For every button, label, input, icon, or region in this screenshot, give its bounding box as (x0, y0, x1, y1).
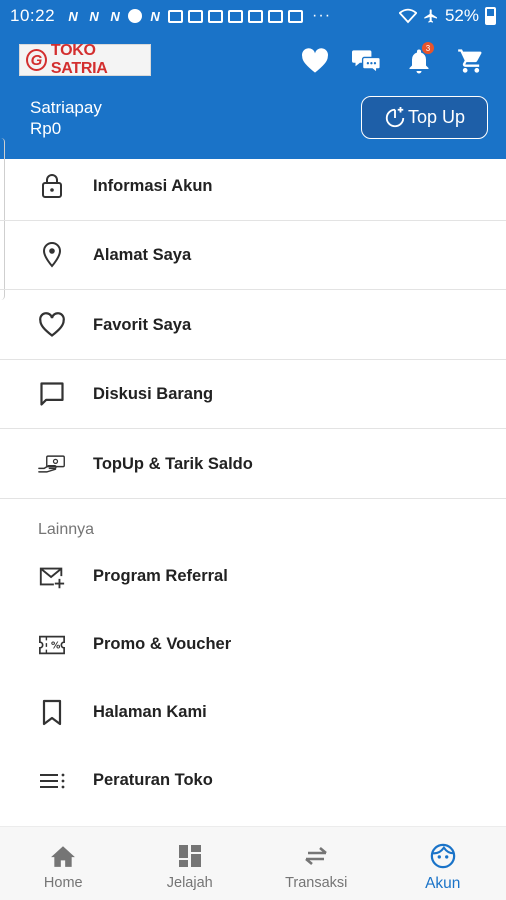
home-icon (50, 843, 76, 869)
wallet-balance: Rp0 (30, 119, 62, 138)
menu-item-diskusi-barang[interactable]: Diskusi Barang (0, 360, 506, 429)
list-icon (38, 767, 66, 795)
status-notification-icons: N N N N ··· (65, 7, 399, 25)
topup-label: Top Up (407, 107, 466, 127)
cart-button[interactable] (456, 44, 486, 78)
menu-item-label: Informasi Akun (93, 176, 213, 195)
face-icon (430, 843, 456, 869)
mail-icon (288, 9, 304, 23)
dashboard-icon (177, 843, 203, 869)
logo-mark-icon: G (26, 49, 47, 71)
lock-icon (38, 172, 66, 200)
youtube-icon (208, 9, 224, 23)
youtube-icon (188, 9, 204, 23)
menu-item-peraturan-toko[interactable]: Peraturan Toko (0, 746, 506, 815)
wallet-label: Satriapay (30, 98, 102, 117)
svg-text:%: % (51, 640, 61, 651)
cart-icon (458, 49, 482, 73)
notifications-button[interactable]: 3 (404, 42, 434, 78)
menu-item-label: TopUp & Tarik Saldo (93, 454, 253, 473)
chat-button[interactable] (352, 44, 382, 78)
opera-icon (128, 9, 143, 23)
nav-home[interactable]: Home (0, 827, 127, 900)
status-bar: 10:22 N N N N ··· 52% (0, 0, 506, 32)
wifi-icon (398, 8, 417, 24)
topup-icon (385, 106, 405, 127)
heart-outline-icon (38, 311, 66, 339)
nav-jelajah-label: Jelajah (166, 875, 213, 891)
n-icon: N (89, 8, 99, 24)
battery-icon (485, 7, 496, 25)
b-icon (248, 9, 264, 23)
battery-percent: 52% (444, 6, 479, 25)
menu-item-alamat-saya[interactable]: Alamat Saya (0, 221, 506, 290)
menu-item-promo-voucher[interactable]: % Promo & Voucher (0, 610, 506, 679)
app-header: G TOKO SATRIA 3 Satriapay Rp0 Top Up (0, 32, 506, 159)
n-icon: N (150, 8, 160, 24)
heart-icon (302, 48, 328, 73)
menu-item-halaman-kami[interactable]: Halaman Kami (0, 678, 506, 747)
notification-count-badge: 3 (422, 42, 434, 54)
toko-satria-logo[interactable]: G TOKO SATRIA (19, 42, 151, 77)
nav-akun-label: Akun (425, 875, 461, 892)
menu-item-program-referral[interactable]: Program Referral (0, 542, 506, 611)
nav-home-label: Home (43, 875, 83, 891)
menu-item-favorit-saya[interactable]: Favorit Saya (0, 291, 506, 360)
menu-item-label: Halaman Kami (93, 703, 207, 721)
nav-jelajah[interactable]: Jelajah (127, 827, 254, 900)
n-icon: N (110, 8, 120, 24)
menu-item-label: Diskusi Barang (93, 384, 214, 403)
bookmark-icon (38, 699, 66, 727)
menu-item-label: Peraturan Toko (93, 771, 213, 789)
hand-money-icon (38, 450, 66, 478)
mail-icon (228, 9, 244, 23)
section-title-lainnya: Lainnya (38, 521, 95, 538)
menu-item-topup-tarik-saldo[interactable]: TopUp & Tarik Saldo (0, 430, 506, 499)
status-right: 52% (398, 6, 496, 26)
nav-akun[interactable]: Akun (380, 827, 506, 900)
menu-item-label: Alamat Saya (93, 245, 192, 264)
shop-icon (268, 9, 284, 23)
voucher-icon: % (38, 631, 66, 659)
menu-item-informasi-akun[interactable]: Informasi Akun (0, 152, 506, 221)
nav-transaksi[interactable]: Transaksi (253, 827, 380, 900)
chat-icon (352, 50, 381, 74)
bottom-navigation: Home Jelajah Transaksi Akun (0, 826, 506, 900)
mail-plus-icon (38, 563, 66, 591)
menu-item-label: Favorit Saya (93, 315, 192, 334)
menu-item-label: Promo & Voucher (93, 635, 232, 653)
gallery-icon (168, 9, 184, 23)
menu-item-label: Program Referral (93, 567, 228, 585)
header-actions: 3 (300, 42, 486, 78)
status-time: 10:22 (10, 6, 56, 25)
more-notifications-icon: ··· (312, 7, 332, 24)
swap-arrows-icon (303, 843, 329, 869)
logo-text: TOKO SATRIA (50, 42, 108, 77)
airplane-icon (423, 8, 439, 24)
topup-button[interactable]: Top Up (361, 96, 488, 139)
nav-transaksi-label: Transaksi (285, 875, 348, 891)
chat-bubble-icon (38, 380, 66, 408)
location-pin-icon (38, 241, 66, 269)
n-icon: N (68, 8, 78, 24)
favorites-button[interactable] (300, 44, 330, 78)
